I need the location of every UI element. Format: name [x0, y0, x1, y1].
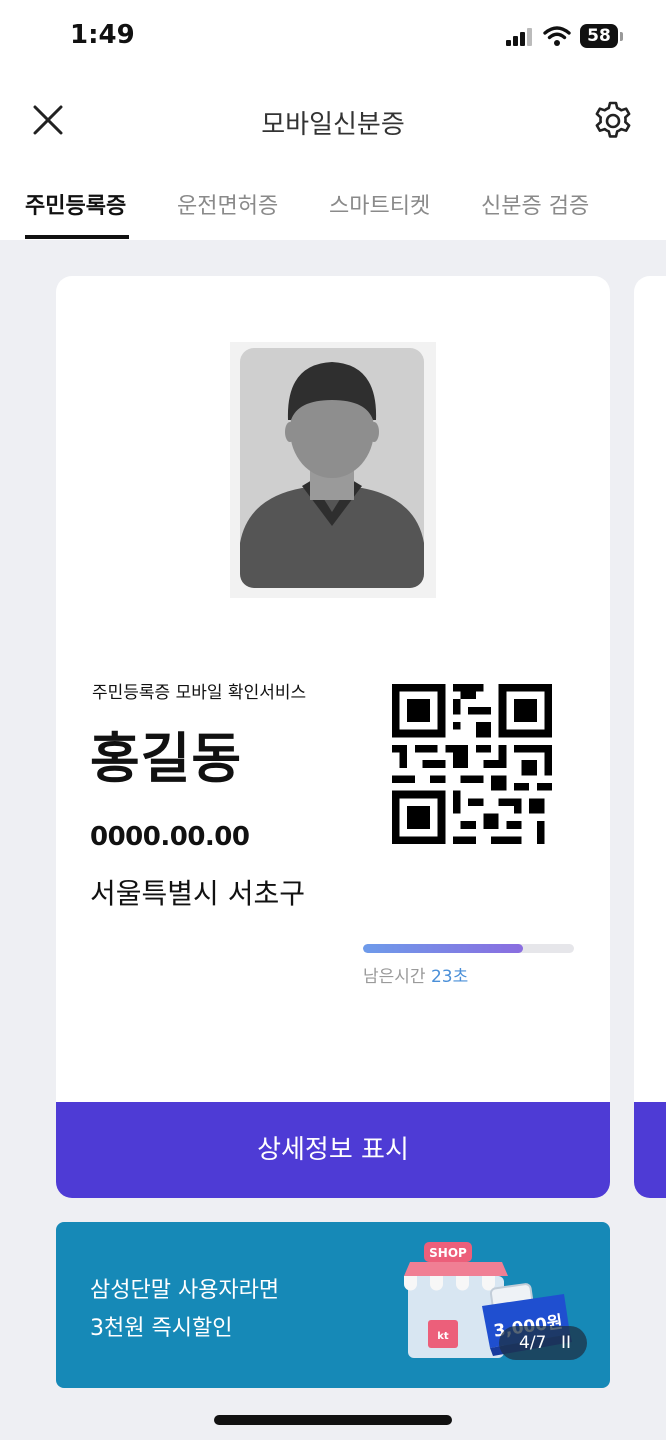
tab-id-verification[interactable]: 신분증 검증: [481, 188, 589, 220]
banner-headline: 삼성단말 사용자라면: [90, 1278, 280, 1303]
tab-resident-card[interactable]: 주민등록증: [25, 188, 126, 220]
nav-bar: 모바일신분증: [0, 80, 666, 162]
timer-text: 남은시간 23초: [363, 962, 468, 987]
banner-pager[interactable]: 4/7 II: [499, 1326, 587, 1360]
wifi-icon: [543, 26, 571, 46]
next-card-button-strip: [634, 1102, 666, 1198]
battery-icon: 58: [580, 24, 618, 48]
tab-driver-license[interactable]: 운전면허증: [177, 188, 278, 220]
service-label: 주민등록증 모바일 확인서비스: [92, 683, 307, 703]
shop-sign-text: SHOP: [429, 1246, 467, 1260]
promo-banner[interactable]: 삼성단말 사용자라면 3천원 즉시할인 SHOP kt 3,000원 4/7 I…: [56, 1222, 610, 1388]
active-tab-indicator: [25, 235, 129, 239]
qr-code: [392, 684, 552, 844]
page-title: 모바일신분증: [261, 110, 405, 140]
show-details-button[interactable]: 상세정보 표시: [56, 1102, 610, 1198]
battery-tip: [620, 32, 623, 41]
id-photo-frame: [230, 342, 436, 598]
birth-date: 0000.00.00: [90, 822, 250, 852]
tab-smart-ticket[interactable]: 스마트티켓: [329, 188, 430, 220]
holder-name: 홍길동: [90, 727, 243, 790]
gear-icon[interactable]: [592, 100, 634, 142]
home-indicator: [214, 1415, 452, 1425]
timer-progress-fill: [363, 944, 524, 953]
id-photo: [240, 348, 424, 588]
pause-icon[interactable]: II: [561, 1326, 571, 1360]
tab-bar: 주민등록증 운전면허증 스마트티켓 신분증 검증: [0, 162, 666, 240]
timer-value: 23초: [430, 967, 469, 987]
next-card-preview[interactable]: [634, 276, 666, 1198]
person-silhouette-icon: [240, 362, 424, 588]
id-card: 주민등록증 모바일 확인서비스 홍길동 0000.00.00 서울특별시 서초구: [56, 276, 610, 1198]
status-time: 1:49: [70, 20, 135, 50]
timer-progress-bar: [363, 944, 574, 953]
banner-page-indicator: 4/7: [519, 1333, 547, 1353]
banner-subline: 3천원 즉시할인: [90, 1316, 233, 1341]
holder-address: 서울특별시 서초구: [90, 877, 305, 910]
status-bar: 1:49 58: [0, 0, 666, 80]
svg-text:kt: kt: [437, 1331, 449, 1342]
timer-label: 남은시간: [363, 967, 426, 987]
cellular-signal-icon: [506, 28, 532, 46]
